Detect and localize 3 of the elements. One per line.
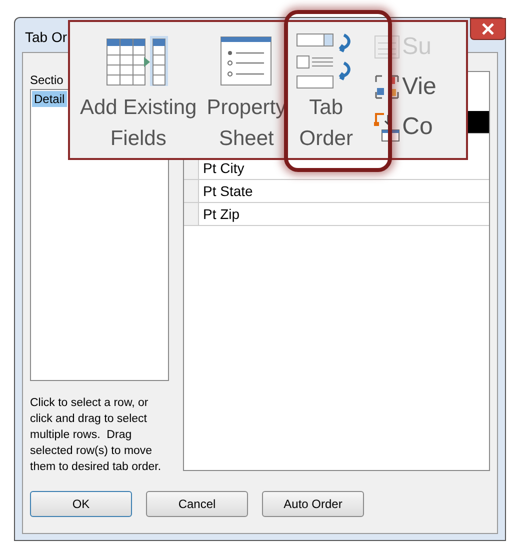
help-text: Click to select a row, or click and drag to select multiple rows. Drag selected row(s) to move them to desired tab order.	[30, 396, 162, 475]
window-title: Tab Or	[25, 28, 68, 47]
section-label: Sectio	[30, 72, 64, 89]
